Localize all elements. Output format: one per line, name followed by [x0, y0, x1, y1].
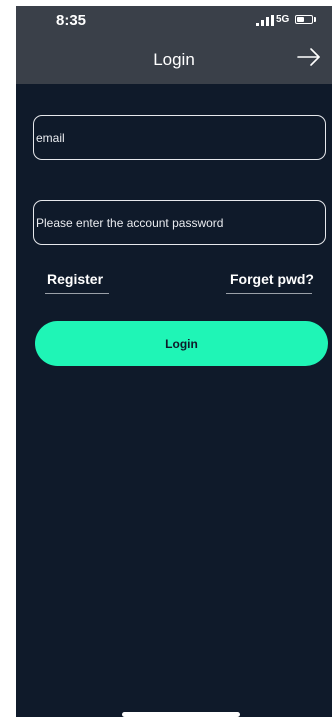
- password-field[interactable]: [36, 201, 316, 244]
- network-indicator: 5G: [276, 14, 290, 25]
- status-bar: 8:35 5G: [16, 6, 332, 34]
- home-indicator: [122, 712, 240, 717]
- login-screen: 8:35 5G Login Register Forget pwd? Login: [16, 6, 332, 717]
- battery-icon: [295, 15, 313, 24]
- email-field[interactable]: [36, 116, 316, 159]
- page-title: Login: [153, 50, 195, 69]
- status-time: 8:35: [56, 12, 87, 29]
- forgot-password-link[interactable]: Forget pwd?: [230, 271, 314, 287]
- arrow-right-icon[interactable]: [296, 46, 322, 68]
- password-field-box: [33, 200, 326, 245]
- email-field-box: [33, 115, 326, 160]
- forgot-password-underline: [226, 293, 312, 294]
- battery-tip: [314, 17, 316, 22]
- nav-bar: Login: [16, 34, 332, 84]
- register-underline: [45, 293, 109, 294]
- login-button[interactable]: Login: [35, 321, 328, 366]
- signal-icon: [256, 15, 274, 26]
- register-link[interactable]: Register: [47, 271, 103, 287]
